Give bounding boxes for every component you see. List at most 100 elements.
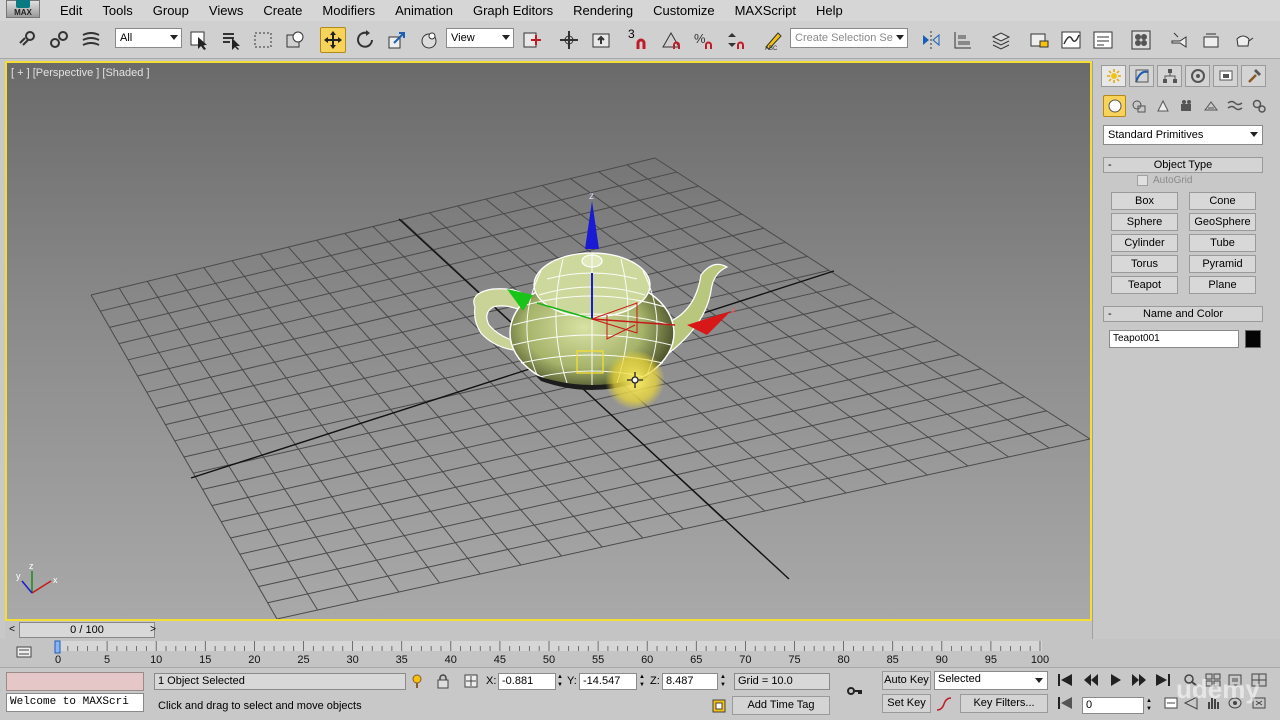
tab-utilities[interactable] (1241, 65, 1266, 87)
auto-key-button[interactable]: Auto Key (882, 671, 931, 690)
reference-coordinate-dropdown[interactable]: View (446, 28, 514, 48)
percent-snap-button[interactable]: % (690, 27, 716, 53)
maxscript-mini-listener[interactable]: Welcome to MAXScri (6, 693, 144, 712)
y-spinner-icon[interactable]: ▲ ▼ (638, 673, 646, 690)
menu-views[interactable]: Views (199, 0, 253, 21)
rendered-frame-window-button[interactable] (1198, 27, 1224, 53)
select-and-manipulate-button[interactable] (416, 27, 442, 53)
frame-spinner-icon[interactable]: ▲ ▼ (1145, 697, 1153, 714)
next-frame-arrow-icon[interactable]: > (146, 623, 160, 637)
schematic-view-button[interactable] (1090, 27, 1116, 53)
shapes-button[interactable] (1127, 95, 1150, 117)
x-coordinate-field[interactable]: -0.881 (498, 673, 556, 690)
systems-button[interactable] (1247, 95, 1270, 117)
menu-help[interactable]: Help (806, 0, 853, 21)
time-tag-icon[interactable] (710, 697, 728, 715)
curve-editor-button[interactable] (1058, 27, 1084, 53)
previous-frame-button[interactable] (1080, 671, 1102, 689)
cone-button[interactable]: Cone (1189, 192, 1256, 210)
render-setup-button[interactable] (1166, 27, 1192, 53)
set-key-mode-button[interactable] (846, 682, 864, 700)
snaps-toggle-button[interactable]: 3 (624, 27, 650, 53)
tab-motion[interactable] (1185, 65, 1210, 87)
select-and-link-button[interactable] (14, 27, 40, 53)
tab-hierarchy[interactable] (1157, 65, 1182, 87)
add-time-tag-button[interactable]: Add Time Tag (732, 696, 830, 715)
unlink-selection-button[interactable] (46, 27, 72, 53)
pyramid-button[interactable]: Pyramid (1189, 255, 1256, 273)
play-button[interactable] (1104, 671, 1126, 689)
key-mode-dropdown[interactable]: Selected (934, 671, 1048, 690)
primitive-category-dropdown[interactable]: Standard Primitives (1103, 125, 1263, 145)
tab-modify[interactable] (1129, 65, 1154, 87)
menu-rendering[interactable]: Rendering (563, 0, 643, 21)
menu-edit[interactable]: Edit (50, 0, 92, 21)
next-frame-button[interactable] (1128, 671, 1150, 689)
torus-button[interactable]: Torus (1111, 255, 1178, 273)
current-frame-field[interactable]: 0 (1082, 697, 1144, 714)
select-and-rotate-button[interactable] (352, 27, 378, 53)
select-and-scale-button[interactable] (384, 27, 410, 53)
select-by-name-button[interactable] (218, 27, 244, 53)
keyboard-shortcut-override-button[interactable] (588, 27, 614, 53)
object-color-swatch[interactable] (1245, 330, 1261, 348)
align-button[interactable] (950, 27, 976, 53)
select-object-button[interactable] (186, 27, 212, 53)
angle-snap-button[interactable] (658, 27, 684, 53)
spinner-snap-button[interactable] (722, 27, 748, 53)
tube-button[interactable]: Tube (1189, 234, 1256, 252)
absolute-offset-mode-button[interactable] (462, 672, 480, 690)
menu-create[interactable]: Create (253, 0, 312, 21)
selection-filter-dropdown[interactable]: All (115, 28, 182, 48)
lights-button[interactable] (1151, 95, 1174, 117)
key-tangent-button[interactable] (935, 695, 953, 713)
perspective-viewport[interactable]: [ + ] [Perspective ] [Shaded ] z x z x y (5, 61, 1092, 621)
menu-modifiers[interactable]: Modifiers (312, 0, 385, 21)
rectangular-selection-button[interactable] (250, 27, 276, 53)
isolate-selection-button[interactable] (408, 672, 426, 690)
go-to-start-button[interactable] (1054, 671, 1076, 689)
object-name-field[interactable]: Teapot001 (1109, 330, 1239, 348)
key-mode-toggle-button[interactable] (1054, 694, 1076, 712)
cameras-button[interactable] (1175, 95, 1198, 117)
time-slider-thumb[interactable]: 0 / 100 (19, 622, 155, 638)
mirror-button[interactable] (918, 27, 944, 53)
menu-maxscript[interactable]: MAXScript (725, 0, 806, 21)
edit-named-selection-button[interactable]: ABC (760, 27, 786, 53)
object-type-rollout-header[interactable]: - Object Type (1103, 157, 1263, 173)
menu-group[interactable]: Group (143, 0, 199, 21)
maxscript-listener-output[interactable] (6, 672, 144, 691)
manage-layers-button[interactable] (988, 27, 1014, 53)
graphite-modeling-tools-button[interactable] (1026, 27, 1052, 53)
time-slider[interactable]: < 0 / 100 > (5, 621, 1092, 639)
sphere-button[interactable]: Sphere (1111, 213, 1178, 231)
cylinder-button[interactable]: Cylinder (1111, 234, 1178, 252)
menu-tools[interactable]: Tools (92, 0, 142, 21)
plane-button[interactable]: Plane (1189, 276, 1256, 294)
tab-display[interactable] (1213, 65, 1238, 87)
teapot-button[interactable]: Teapot (1111, 276, 1178, 294)
z-coordinate-field[interactable]: 8.487 (662, 673, 718, 690)
autogrid-checkbox[interactable]: AutoGrid (1137, 175, 1192, 186)
name-and-color-rollout-header[interactable]: - Name and Color (1103, 306, 1263, 322)
box-button[interactable]: Box (1111, 192, 1178, 210)
window-crossing-button[interactable] (282, 27, 308, 53)
menu-animation[interactable]: Animation (385, 0, 463, 21)
x-spinner-icon[interactable]: ▲ ▼ (556, 673, 564, 690)
render-production-button[interactable] (1230, 27, 1256, 53)
track-bar[interactable]: 0 5 10 15 20 25 30 35 40 45 50 55 60 65 70 75 80 85 90 95 10… (0, 639, 1280, 667)
geosphere-button[interactable]: GeoSphere (1189, 213, 1256, 231)
geometry-button[interactable] (1103, 95, 1126, 117)
y-coordinate-field[interactable]: -14.547 (579, 673, 637, 690)
set-key-button[interactable]: Set Key (882, 694, 931, 713)
z-spinner-icon[interactable]: ▲ ▼ (719, 673, 727, 690)
select-and-manipulate-pivot-button[interactable] (556, 27, 582, 53)
key-filters-button[interactable]: Key Filters... (960, 694, 1048, 713)
select-and-move-button[interactable] (320, 27, 346, 53)
helpers-button[interactable] (1199, 95, 1222, 117)
material-editor-button[interactable] (1128, 27, 1154, 53)
named-selection-sets-dropdown[interactable]: Create Selection Se (790, 28, 908, 48)
previous-frame-arrow-icon[interactable]: < (5, 623, 19, 637)
tab-create[interactable] (1101, 65, 1126, 87)
selection-lock-button[interactable] (434, 672, 452, 690)
